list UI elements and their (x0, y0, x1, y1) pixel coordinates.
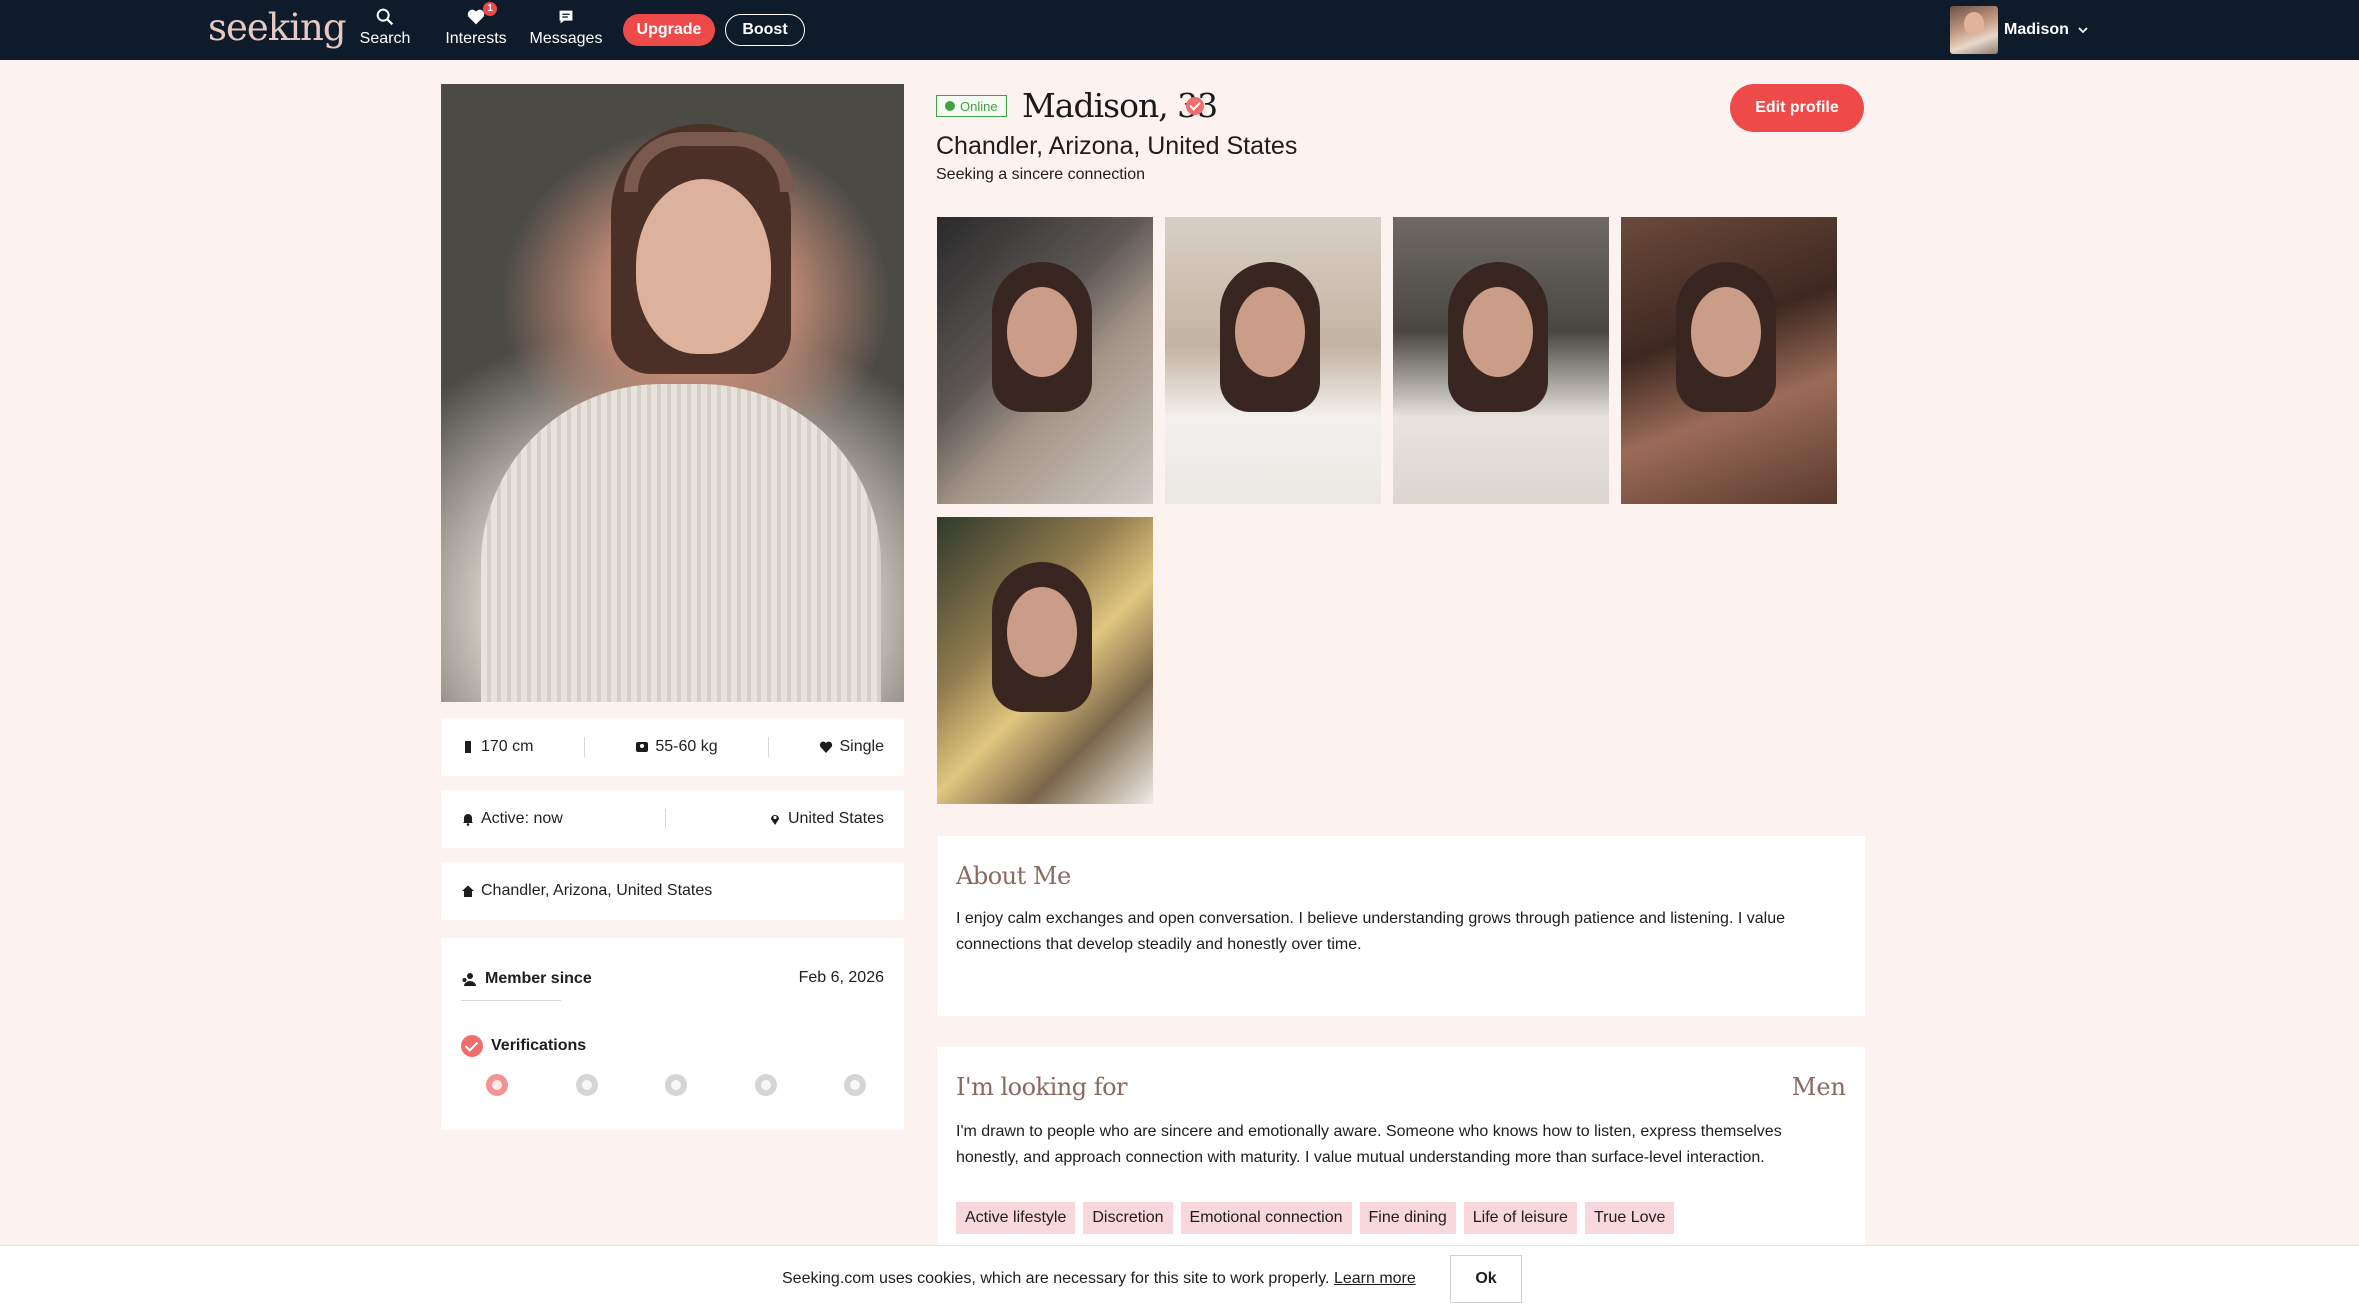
seeking-logo[interactable]: seeking (208, 6, 347, 49)
nav-search-label: Search (359, 30, 411, 47)
learn-more-link[interactable]: Learn more (1334, 1270, 1416, 1287)
looking-for-title: I'm looking for (956, 1073, 1128, 1101)
country-value: United States (787, 810, 884, 827)
photo-thumbnail[interactable] (1621, 217, 1837, 504)
thumb-face (1235, 287, 1305, 377)
check-circle-icon (461, 1035, 483, 1057)
nav-interests[interactable]: 1 Interests (431, 2, 521, 48)
cookie-message: Seeking.com uses cookies, which are nece… (782, 1270, 1416, 1288)
edit-profile-button[interactable]: Edit profile (1730, 84, 1864, 132)
scale-icon (636, 742, 649, 752)
active-stat: Active: now (461, 810, 563, 828)
heart-icon (820, 741, 833, 753)
member-since-date: Feb 6, 2026 (798, 969, 884, 986)
tag: Fine dining (1359, 1202, 1456, 1234)
verifications-label: Verifications (461, 1035, 586, 1057)
home-stat: Chandler, Arizona, United States (461, 882, 712, 900)
nav-messages-label: Messages (529, 30, 603, 47)
ruler-icon (465, 741, 471, 753)
message-icon (559, 10, 573, 24)
looking-for-gender: Men (1791, 1073, 1846, 1101)
member-underline (461, 1000, 561, 1001)
photo-verified-icon[interactable] (486, 1074, 508, 1096)
location-pin-icon (770, 815, 779, 825)
search-icon (376, 8, 394, 26)
linkedin-icon[interactable] (844, 1074, 866, 1096)
member-since-label: Member since (461, 970, 592, 988)
divider (664, 809, 666, 829)
online-dot-icon (945, 101, 955, 111)
verifications-text: Verifications (491, 1037, 587, 1054)
avatar (1950, 6, 1998, 54)
members-icon (462, 973, 476, 986)
looking-for-card: I'm looking for Men I'm drawn to people … (937, 1047, 1865, 1245)
nav-search[interactable]: Search (340, 6, 430, 48)
user-name: Madison (2004, 21, 2069, 38)
interest-tags: Active lifestyle Discretion Emotional co… (956, 1202, 1675, 1234)
photo-thumbnail[interactable] (937, 217, 1153, 504)
relationship-stat: Single (819, 738, 884, 756)
online-badge: Online (936, 95, 1007, 117)
activity-card: Active: now United States (441, 790, 904, 848)
tag: True Love (1584, 1202, 1675, 1234)
chevron-down-icon (2078, 27, 2088, 34)
verification-icons (486, 1074, 866, 1096)
home-value: Chandler, Arizona, United States (481, 882, 713, 899)
photo-thumbnail[interactable] (1165, 217, 1381, 504)
about-me-card: About Me I enjoy calm exchanges and open… (937, 836, 1865, 1016)
cookie-text: Seeking.com uses cookies, which are nece… (782, 1270, 1330, 1287)
member-card: Member since Feb 6, 2026 Verifications (441, 938, 904, 1130)
weight-stat: 55-60 kg (635, 738, 718, 756)
bell-icon (463, 814, 473, 826)
photo-face (636, 179, 771, 354)
main-profile-photo[interactable] (441, 84, 904, 702)
top-nav: seeking Search 1 Interests Messages Upgr… (0, 0, 2359, 60)
about-me-title: About Me (956, 862, 1071, 890)
profile-icon[interactable] (575, 1074, 598, 1096)
tag: Life of leisure (1463, 1202, 1577, 1234)
member-since-text: Member since (485, 970, 592, 987)
id-icon[interactable] (665, 1074, 687, 1096)
nav-messages[interactable]: Messages (521, 6, 611, 48)
nav-interests-label: Interests (445, 30, 507, 47)
relationship-value: Single (839, 738, 884, 755)
country-stat: United States (768, 810, 884, 828)
boost-button[interactable]: Boost (725, 14, 805, 46)
upgrade-button[interactable]: Upgrade (623, 14, 715, 46)
tag: Active lifestyle (956, 1202, 1076, 1234)
thumb-face (1691, 287, 1761, 377)
photo-sweater (481, 384, 881, 702)
home-icon (462, 885, 474, 897)
active-value: Active: now (481, 810, 563, 827)
interests-badge: 1 (483, 2, 497, 16)
photo-thumbnail[interactable] (1393, 217, 1609, 504)
cookie-banner: Seeking.com uses cookies, which are nece… (0, 1245, 2359, 1308)
thumb-face (1007, 587, 1077, 677)
height-value: 170 cm (481, 738, 534, 755)
verified-badge-icon (1186, 97, 1204, 115)
height-stat: 170 cm (461, 738, 533, 756)
thumb-face (1007, 287, 1077, 377)
user-menu[interactable]: Madison (1950, 5, 2089, 55)
divider (583, 737, 585, 757)
divider (768, 737, 770, 757)
profile-location: Chandler, Arizona, United States (936, 132, 1298, 160)
about-me-text: I enjoy calm exchanges and open conversa… (956, 910, 1785, 953)
facebook-icon[interactable] (754, 1074, 777, 1096)
online-label: Online (960, 98, 998, 114)
stats-card-body: 170 cm 55-60 kg Single (441, 718, 904, 776)
home-card: Chandler, Arizona, United States (441, 862, 904, 920)
photo-thumbnail[interactable] (937, 517, 1153, 804)
profile-seeking: Seeking a sincere connection (936, 166, 1146, 183)
thumb-face (1463, 287, 1533, 377)
cookie-ok-button[interactable]: Ok (1450, 1255, 1522, 1303)
weight-value: 55-60 kg (655, 738, 718, 755)
looking-for-text: I'm drawn to people who are sincere and … (956, 1123, 1782, 1166)
tag: Discretion (1083, 1202, 1173, 1234)
tag: Emotional connection (1180, 1202, 1352, 1234)
